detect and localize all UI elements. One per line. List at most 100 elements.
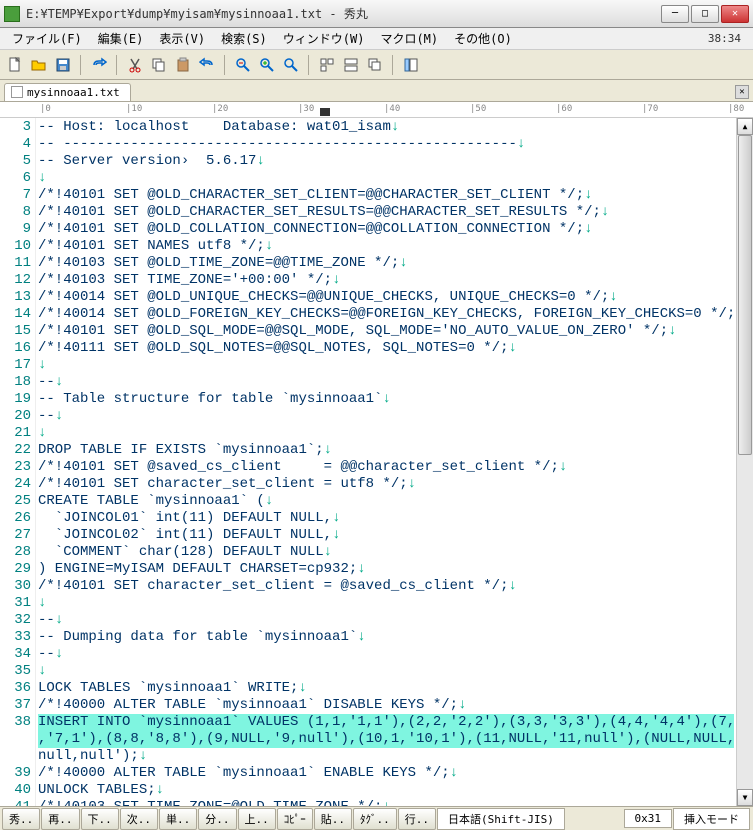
code-line[interactable]: --↓ bbox=[38, 408, 734, 425]
code-line[interactable]: -- Table structure for table `mysinnoaa1… bbox=[38, 391, 734, 408]
code-line[interactable]: /*!40101 SET @OLD_SQL_MODE=@@SQL_MODE, S… bbox=[38, 323, 734, 340]
scroll-thumb[interactable] bbox=[738, 135, 752, 455]
menu-time: 38:34 bbox=[708, 32, 749, 45]
code-line[interactable]: /*!40103 SET TIME_ZONE=@OLD_TIME_ZONE */… bbox=[38, 799, 734, 806]
line-number: 15 bbox=[0, 323, 31, 340]
code-area[interactable]: -- Host: localhost Database: wat01_isam↓… bbox=[36, 118, 736, 806]
toolbar-separator bbox=[392, 55, 394, 75]
code-line[interactable]: /*!40000 ALTER TABLE `mysinnoaa1` DISABL… bbox=[38, 697, 734, 714]
undo-icon[interactable] bbox=[196, 54, 218, 76]
new-file-icon[interactable] bbox=[4, 54, 26, 76]
tab-label: mysinnoaa1.txt bbox=[27, 86, 120, 99]
menu-other[interactable]: その他(O) bbox=[446, 28, 520, 49]
tabbar: mysinnoaa1.txt ✕ bbox=[0, 80, 753, 102]
code-line[interactable]: -- Dumping data for table `mysinnoaa1`↓ bbox=[38, 629, 734, 646]
status-btn-2[interactable]: 下.. bbox=[81, 808, 119, 830]
code-line[interactable]: /*!40103 SET @OLD_TIME_ZONE=@@TIME_ZONE … bbox=[38, 255, 734, 272]
explorer-icon[interactable] bbox=[400, 54, 422, 76]
code-line[interactable]: CREATE TABLE `mysinnoaa1` (↓ bbox=[38, 493, 734, 510]
code-line[interactable]: /*!40000 ALTER TABLE `mysinnoaa1` ENABLE… bbox=[38, 765, 734, 782]
code-line[interactable]: DROP TABLE IF EXISTS `mysinnoaa1`;↓ bbox=[38, 442, 734, 459]
cascade-icon[interactable] bbox=[364, 54, 386, 76]
code-line[interactable]: /*!40101 SET NAMES utf8 */;↓ bbox=[38, 238, 734, 255]
open-file-icon[interactable] bbox=[28, 54, 50, 76]
minimize-button[interactable]: ─ bbox=[661, 5, 689, 23]
code-line[interactable]: /*!40111 SET @OLD_SQL_NOTES=@@SQL_NOTES,… bbox=[38, 340, 734, 357]
newline-icon: ↓ bbox=[298, 680, 306, 696]
code-line[interactable]: -- -------------------------------------… bbox=[38, 136, 734, 153]
code-line[interactable]: /*!40101 SET @OLD_COLLATION_CONNECTION=@… bbox=[38, 221, 734, 238]
ruler-indent-marker[interactable] bbox=[320, 108, 330, 116]
code-line[interactable]: `COMMENT` char(128) DEFAULT NULL↓ bbox=[38, 544, 734, 561]
code-line[interactable]: ↓ bbox=[38, 357, 734, 374]
code-line[interactable]: -- Server version› 5.6.17↓ bbox=[38, 153, 734, 170]
copy-icon[interactable] bbox=[148, 54, 170, 76]
ruler: |0|10|20|30|40|50|60|70|80 bbox=[0, 102, 753, 118]
code-line[interactable]: `JOINCOL02` int(11) DEFAULT NULL,↓ bbox=[38, 527, 734, 544]
status-btn-9[interactable]: ﾀｸﾞ.. bbox=[353, 808, 397, 830]
ruler-tick: |20 bbox=[212, 104, 228, 114]
code-line[interactable]: /*!40014 SET @OLD_FOREIGN_KEY_CHECKS=@@F… bbox=[38, 306, 734, 323]
code-line[interactable]: --↓ bbox=[38, 612, 734, 629]
line-number: 16 bbox=[0, 340, 31, 357]
code-line[interactable]: ) ENGINE=MyISAM DEFAULT CHARSET=cp932;↓ bbox=[38, 561, 734, 578]
code-line[interactable]: `JOINCOL01` int(11) DEFAULT NULL,↓ bbox=[38, 510, 734, 527]
code-line[interactable]: INSERT INTO `mysinnoaa1` VALUES (1,1,'1,… bbox=[38, 714, 734, 731]
menu-window[interactable]: ウィンドウ(W) bbox=[275, 28, 373, 49]
zoom-in-icon[interactable] bbox=[256, 54, 278, 76]
search-icon[interactable] bbox=[280, 54, 302, 76]
code-line[interactable]: ↓ bbox=[38, 595, 734, 612]
code-line[interactable]: /*!40101 SET @OLD_CHARACTER_SET_RESULTS=… bbox=[38, 204, 734, 221]
menu-search[interactable]: 検索(S) bbox=[213, 28, 275, 49]
code-line[interactable]: null,null');↓ bbox=[38, 748, 734, 765]
code-line[interactable]: --↓ bbox=[38, 646, 734, 663]
menu-edit[interactable]: 編集(E) bbox=[90, 28, 152, 49]
status-btn-7[interactable]: ｺﾋﾟｰ bbox=[277, 808, 313, 830]
status-encoding[interactable]: 日本語(Shift-JIS) bbox=[437, 808, 565, 830]
code-line[interactable]: ↓ bbox=[38, 425, 734, 442]
menu-file[interactable]: ファイル(F) bbox=[4, 28, 90, 49]
paste-icon[interactable] bbox=[172, 54, 194, 76]
line-number: 3 bbox=[0, 119, 31, 136]
maximize-button[interactable]: □ bbox=[691, 5, 719, 23]
code-line[interactable]: -- Host: localhost Database: wat01_isam↓ bbox=[38, 119, 734, 136]
code-line[interactable]: ↓ bbox=[38, 663, 734, 680]
code-line[interactable]: /*!40103 SET TIME_ZONE='+00:00' */;↓ bbox=[38, 272, 734, 289]
scroll-down-icon[interactable]: ▼ bbox=[737, 789, 753, 806]
window-list-icon[interactable] bbox=[316, 54, 338, 76]
status-btn-4[interactable]: 単.. bbox=[159, 808, 197, 830]
tab-close-button[interactable]: ✕ bbox=[735, 85, 749, 99]
code-line[interactable]: /*!40101 SET character_set_client = @sav… bbox=[38, 578, 734, 595]
toolbar-separator bbox=[80, 55, 82, 75]
tab-active[interactable]: mysinnoaa1.txt bbox=[4, 83, 131, 101]
code-line[interactable]: ↓ bbox=[38, 170, 734, 187]
code-line[interactable]: /*!40101 SET character_set_client = utf8… bbox=[38, 476, 734, 493]
newline-icon: ↓ bbox=[332, 527, 340, 543]
scroll-up-icon[interactable]: ▲ bbox=[737, 118, 753, 135]
menu-macro[interactable]: マクロ(M) bbox=[372, 28, 446, 49]
zoom-out-icon[interactable] bbox=[232, 54, 254, 76]
code-line[interactable]: LOCK TABLES `mysinnoaa1` WRITE;↓ bbox=[38, 680, 734, 697]
status-btn-6[interactable]: 上.. bbox=[238, 808, 276, 830]
close-button[interactable]: ✕ bbox=[721, 5, 749, 23]
status-btn-1[interactable]: 再.. bbox=[41, 808, 79, 830]
status-btn-8[interactable]: 貼.. bbox=[314, 808, 352, 830]
status-btn-10[interactable]: 行.. bbox=[398, 808, 436, 830]
code-line[interactable]: ,'7,1'),(8,8,'8,8'),(9,NULL,'9,null'),(1… bbox=[38, 731, 734, 748]
tile-icon[interactable] bbox=[340, 54, 362, 76]
ruler-tick: |70 bbox=[642, 104, 658, 114]
code-line[interactable]: /*!40101 SET @OLD_CHARACTER_SET_CLIENT=@… bbox=[38, 187, 734, 204]
menu-view[interactable]: 表示(V) bbox=[151, 28, 213, 49]
code-line[interactable]: --↓ bbox=[38, 374, 734, 391]
cut-icon[interactable] bbox=[124, 54, 146, 76]
status-btn-5[interactable]: 分.. bbox=[198, 808, 236, 830]
code-line[interactable]: UNLOCK TABLES;↓ bbox=[38, 782, 734, 799]
line-number: 5 bbox=[0, 153, 31, 170]
status-btn-0[interactable]: 秀.. bbox=[2, 808, 40, 830]
code-line[interactable]: /*!40014 SET @OLD_UNIQUE_CHECKS=@@UNIQUE… bbox=[38, 289, 734, 306]
status-btn-3[interactable]: 次.. bbox=[120, 808, 158, 830]
save-icon[interactable] bbox=[52, 54, 74, 76]
code-line[interactable]: /*!40101 SET @saved_cs_client = @@charac… bbox=[38, 459, 734, 476]
redo-icon[interactable] bbox=[88, 54, 110, 76]
vertical-scrollbar[interactable]: ▲ ▼ bbox=[736, 118, 753, 806]
